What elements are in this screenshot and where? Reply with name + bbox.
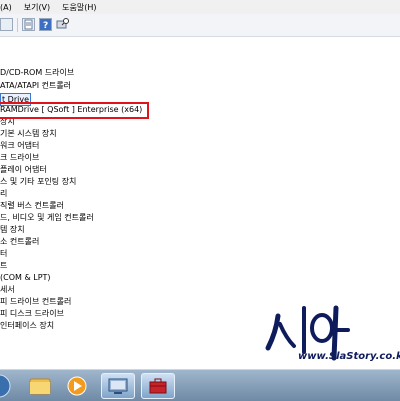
taskbar [0, 369, 400, 401]
tree-item-system-devices[interactable]: 기본 시스템 장치 [0, 128, 57, 140]
device-manager-icon[interactable] [101, 373, 135, 399]
tree-item-sound-video-game[interactable]: 드, 비디오 및 게임 컨트롤러 [0, 212, 94, 224]
menu-bar: (A) 보기(V) 도움말(H) [0, 0, 400, 14]
tree-item-network-adapter[interactable]: 워크 어댑터 [0, 140, 39, 152]
tree-item-ports-com-lpt[interactable]: (COM & LPT) [0, 272, 51, 284]
tree-item-ri[interactable]: 리 [0, 188, 7, 200]
help-icon[interactable]: ? [39, 18, 52, 31]
tree-item-disk-drives[interactable]: 크 드라이브 [0, 152, 39, 164]
tree-item-ata-atapi[interactable]: ATA/ATAPI 컨트롤러 [0, 80, 71, 92]
tree-item-hid[interactable]: 인터페이스 장치 [0, 320, 54, 332]
tree-item-computer[interactable]: 터 [0, 248, 7, 260]
toolbar: ? [0, 14, 400, 37]
tree-item-ports-t[interactable]: 트 [0, 260, 7, 272]
watermark: www.SlaStory.co.kr [258, 302, 400, 372]
start-button[interactable] [0, 373, 16, 399]
menu-help[interactable]: 도움말(H) [62, 2, 96, 13]
tree-item-cdrom[interactable]: D/CD-ROM 드라이브 [0, 67, 74, 79]
tree-item-usb-controllers[interactable]: 직렬 버스 컨트롤러 [0, 200, 64, 212]
menu-action[interactable]: (A) [0, 3, 12, 12]
watermark-url: www.SlaStory.co.kr [298, 351, 400, 362]
toolbar-separator [17, 18, 18, 32]
toolbox-icon[interactable] [141, 373, 175, 399]
explorer-icon[interactable] [23, 373, 57, 399]
tree-item-processors[interactable]: 세서 [0, 284, 15, 296]
svg-text:?: ? [43, 21, 48, 30]
tree-item-floppy-controllers[interactable]: 피 드라이브 컨트롤러 [0, 296, 71, 308]
back-icon[interactable] [0, 18, 13, 31]
properties-icon[interactable] [22, 18, 35, 31]
tree-item-system-devices-2[interactable]: 템 장치 [0, 224, 25, 236]
scan-hardware-icon[interactable] [56, 18, 69, 31]
highlight-box [0, 102, 149, 119]
tree-item-floppy-drives[interactable]: 피 디스크 드라이브 [0, 308, 64, 320]
tree-item-pointing-devices[interactable]: 스 및 기타 포인팅 장치 [0, 176, 76, 188]
tree-item-storage-controllers[interactable]: 소 컨트롤러 [0, 236, 39, 248]
menu-view[interactable]: 보기(V) [24, 2, 50, 13]
tree-item-display-adapter[interactable]: 플레이 어댑터 [0, 164, 47, 176]
media-player-icon[interactable] [60, 373, 94, 399]
